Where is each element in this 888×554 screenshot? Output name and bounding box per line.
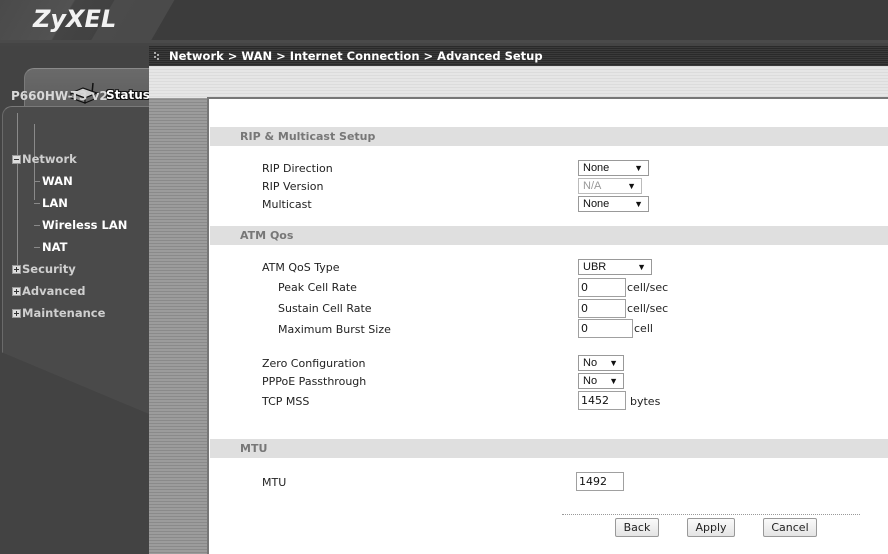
dropdown-arrow-icon: ▼ [609, 376, 618, 386]
tree-line [17, 113, 18, 269]
rip-direction-label: RIP Direction [262, 162, 333, 175]
sustain-cell-rate-input[interactable]: 0 [578, 299, 626, 318]
dropdown-arrow-icon: ▼ [634, 199, 643, 209]
tree-connector [34, 246, 40, 248]
tree-connector [34, 202, 40, 204]
nav-lan[interactable]: LAN [34, 196, 68, 210]
breadcrumb: Network > WAN > Internet Connection > Ad… [169, 49, 543, 63]
nav-advanced-label: Advanced [22, 284, 86, 298]
peak-cell-rate-input[interactable]: 0 [578, 278, 626, 297]
dropdown-arrow-icon: ▼ [637, 262, 646, 272]
sustain-cell-rate-label: Sustain Cell Rate [278, 302, 372, 315]
pppoe-passthrough-select[interactable]: No ▼ [578, 373, 624, 389]
atm-qos-type-value: UBR [583, 261, 607, 273]
nav-maintenance-label: Maintenance [22, 306, 106, 320]
nav-nat-label: NAT [42, 240, 68, 254]
section-rip-multicast: RIP & Multicast Setup [210, 127, 888, 146]
mtu-label: MTU [262, 476, 287, 489]
nav-nat[interactable]: NAT [34, 240, 67, 254]
tree-connector [34, 224, 40, 226]
multicast-value: None [583, 198, 610, 210]
atm-qos-type-label: ATM QoS Type [262, 261, 340, 274]
dropdown-arrow-icon: ▼ [627, 181, 636, 191]
section-atm-qos: ATM Qos [210, 226, 888, 245]
collapse-icon[interactable] [12, 154, 21, 164]
pppoe-passthrough-label: PPPoE Passthrough [262, 375, 367, 388]
nav-security[interactable]: Security [12, 262, 76, 276]
nav-maintenance[interactable]: Maintenance [12, 306, 105, 320]
section-title: ATM Qos [240, 229, 294, 242]
top-header: ZyXEL [0, 0, 888, 43]
content-left-strip-top [149, 66, 207, 98]
max-burst-size-label: Maximum Burst Size [278, 323, 391, 336]
nav-network-label: Network [22, 152, 77, 166]
multicast-select[interactable]: None ▼ [578, 196, 649, 212]
nav-lan-label: LAN [42, 196, 68, 210]
rip-version-label: RIP Version [262, 180, 324, 193]
button-divider [562, 514, 860, 515]
zyxel-logo: ZyXEL [33, 5, 117, 33]
nav-wireless-lan[interactable]: Wireless LAN [34, 218, 127, 232]
expand-icon[interactable] [12, 286, 21, 296]
tcp-mss-unit: bytes [630, 395, 661, 408]
sidebar: Status [0, 46, 150, 554]
tcp-mss-label: TCP MSS [262, 395, 310, 408]
nav-network[interactable]: Network [12, 152, 77, 166]
rip-version-value: N/A [583, 180, 602, 192]
pppoe-passthrough-value: No [583, 375, 598, 387]
status-label: Status [106, 88, 150, 102]
nav-advanced[interactable]: Advanced [12, 284, 85, 298]
peak-cell-rate-label: Peak Cell Rate [278, 281, 357, 294]
mtu-input[interactable]: 1492 [576, 472, 624, 491]
section-mtu: MTU [210, 439, 888, 458]
nav-wan[interactable]: WAN [34, 174, 73, 188]
multicast-label: Multicast [262, 198, 312, 211]
rip-version-select: N/A ▼ [578, 178, 642, 194]
nav-security-label: Security [22, 262, 76, 276]
breadcrumb-bar: Network > WAN > Internet Connection > Ad… [149, 46, 888, 66]
section-title: MTU [240, 442, 268, 455]
atm-qos-type-select[interactable]: UBR ▼ [578, 259, 652, 275]
zero-config-select[interactable]: No ▼ [578, 355, 624, 371]
sustain-cell-rate-unit: cell/sec [627, 302, 669, 315]
zero-config-label: Zero Configuration [262, 357, 366, 370]
tree-connector [34, 180, 40, 182]
content-left-strip [149, 66, 207, 554]
expand-icon[interactable] [12, 264, 21, 274]
max-burst-size-input[interactable]: 0 [578, 319, 633, 338]
dropdown-arrow-icon: ▼ [634, 163, 643, 173]
peak-cell-rate-unit: cell/sec [627, 281, 669, 294]
back-button[interactable]: Back [615, 518, 659, 537]
expand-icon[interactable] [12, 308, 21, 318]
nav-wan-label: WAN [42, 174, 73, 188]
rip-direction-select[interactable]: None ▼ [578, 160, 649, 176]
nav-wireless-lan-label: Wireless LAN [42, 218, 128, 232]
zero-config-value: No [583, 357, 598, 369]
cancel-button[interactable]: Cancel [763, 518, 817, 537]
rip-direction-value: None [583, 162, 610, 174]
device-name: P660HW-T3 v2 [11, 89, 108, 103]
section-title: RIP & Multicast Setup [240, 130, 376, 143]
tcp-mss-input[interactable]: 1452 [578, 391, 626, 410]
breadcrumb-icon [154, 52, 161, 61]
max-burst-size-unit: cell [634, 322, 653, 335]
apply-button[interactable]: Apply [687, 518, 735, 537]
dropdown-arrow-icon: ▼ [609, 358, 618, 368]
